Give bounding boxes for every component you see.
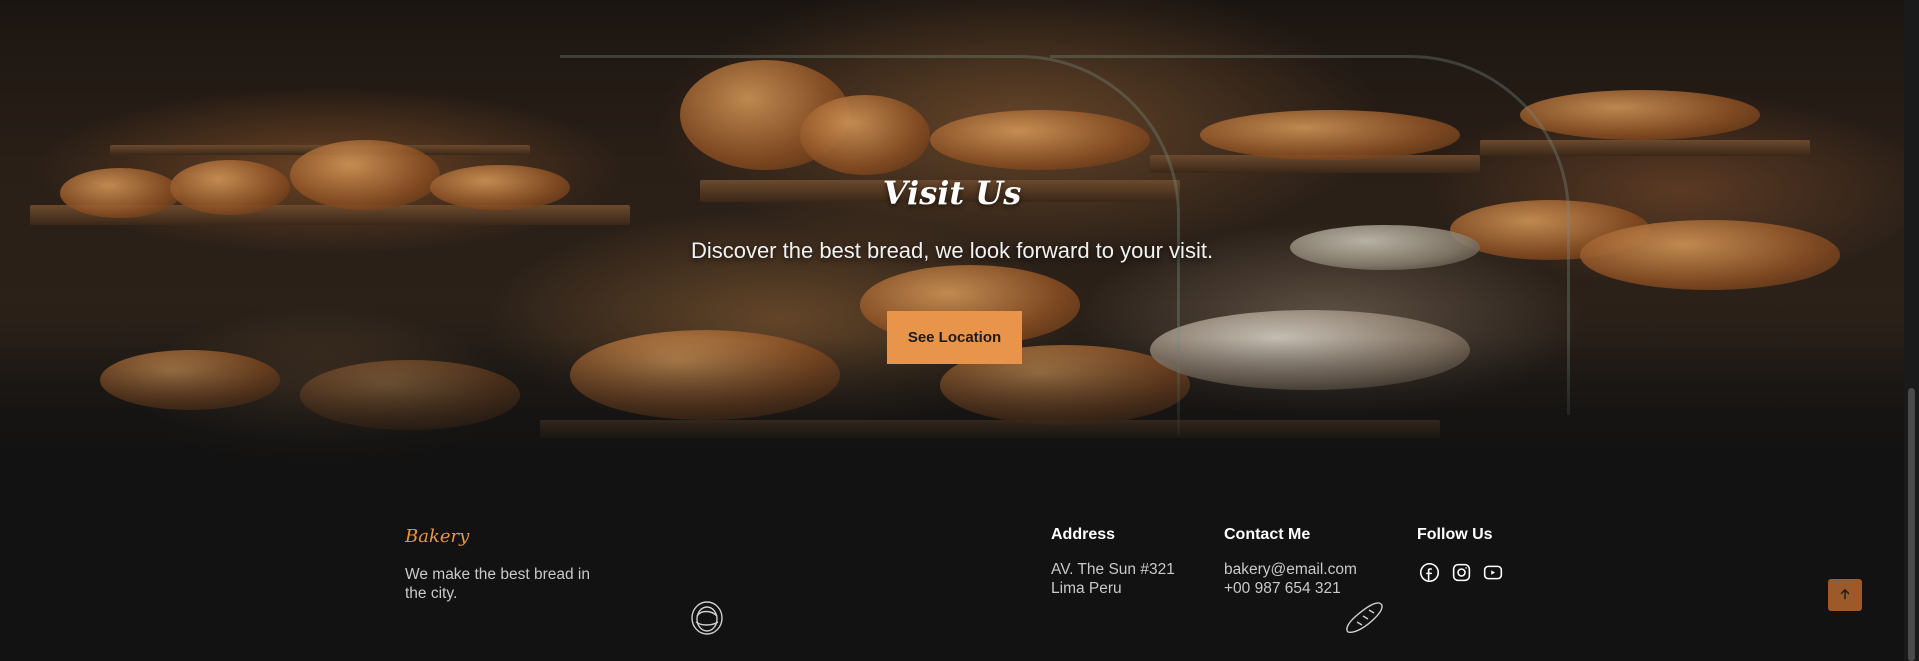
page-scrollbar[interactable] <box>1904 0 1919 661</box>
footer-brand-logo[interactable]: Bakery <box>405 526 469 547</box>
facebook-icon[interactable] <box>1418 561 1440 583</box>
bread-roll-doodle-icon <box>688 596 726 640</box>
address-title: Address <box>1051 526 1116 543</box>
contact-email[interactable]: bakery@email.com <box>1224 561 1357 579</box>
hero-content: Visit Us Discover the best bread, we loo… <box>0 0 1904 470</box>
arrow-up-icon <box>1838 586 1852 605</box>
hero-section: Visit Us Discover the best bread, we loo… <box>0 0 1904 470</box>
see-location-button[interactable]: See Location <box>887 311 1022 364</box>
social-links <box>1418 561 1504 583</box>
scrollbar-thumb[interactable] <box>1908 388 1915 661</box>
instagram-icon[interactable] <box>1450 561 1472 583</box>
hero-subtitle: Discover the best bread, we look forward… <box>690 238 1214 263</box>
contact-title: Contact Me <box>1224 526 1311 543</box>
hero-title: Visit Us <box>882 174 1022 212</box>
footer: Bakery We make the best bread in the cit… <box>0 470 1904 661</box>
address-line-1: AV. The Sun #321 <box>1051 561 1175 578</box>
baguette-doodle-icon <box>1343 598 1387 642</box>
contact-phone[interactable]: +00 987 654 321 <box>1224 580 1341 598</box>
address-line-2: Lima Peru <box>1051 580 1122 597</box>
follow-title: Follow Us <box>1417 526 1493 543</box>
back-to-top-button[interactable] <box>1828 579 1862 611</box>
youtube-icon[interactable] <box>1482 561 1504 583</box>
footer-tagline: We make the best bread in the city. <box>405 566 590 602</box>
